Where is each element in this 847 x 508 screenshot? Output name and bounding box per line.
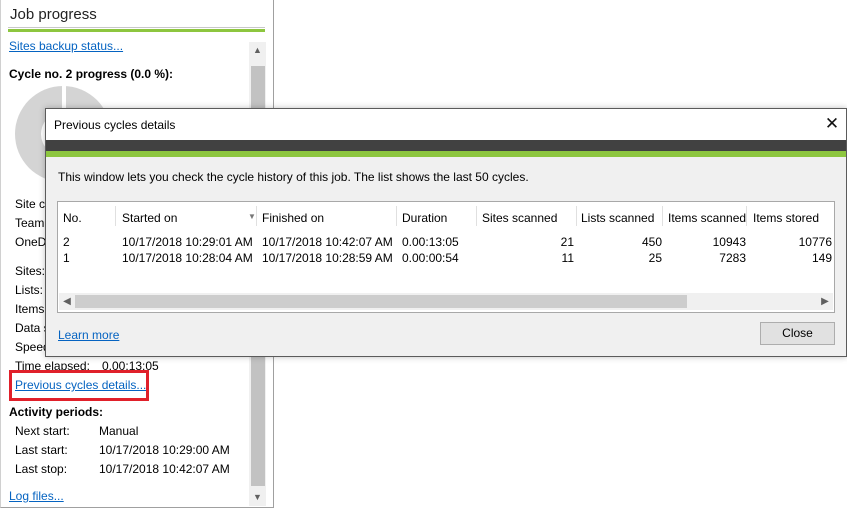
column-separator[interactable] — [396, 206, 397, 226]
dialog-description: This window lets you check the cycle his… — [58, 170, 529, 184]
sites-label: Sites: — [15, 264, 46, 278]
table-row-cell[interactable]: 10/17/2018 10:28:59 AM — [262, 251, 393, 265]
column-header-items-stored[interactable]: Items stored — [753, 211, 819, 225]
highlight-box — [9, 370, 149, 401]
column-separator[interactable] — [256, 206, 257, 226]
items-label: Items: — [15, 302, 48, 316]
table-row-cell[interactable]: 21 — [482, 235, 574, 249]
table-row-cell[interactable]: 10/17/2018 10:28:04 AM — [122, 251, 253, 265]
table-row-cell[interactable]: 10/17/2018 10:29:01 AM — [122, 235, 253, 249]
previous-cycles-dialog: Previous cycles details ✕ This window le… — [45, 108, 847, 357]
column-header-no[interactable]: No. — [63, 211, 82, 225]
last-stop-value: 10/17/2018 10:42:07 AM — [99, 462, 230, 476]
dialog-dark-band — [46, 140, 846, 151]
column-separator[interactable] — [115, 206, 116, 226]
cycle-progress-heading: Cycle no. 2 progress (0.0 %): — [9, 67, 174, 81]
close-button[interactable]: Close — [760, 322, 835, 345]
scroll-right-arrow-icon[interactable]: ▶ — [817, 293, 833, 310]
column-header-duration[interactable]: Duration — [402, 211, 447, 225]
table-row-cell[interactable]: 7283 — [668, 251, 746, 265]
site-collections-label: Site c — [15, 197, 46, 211]
table-row-cell[interactable]: 149 — [753, 251, 832, 265]
column-separator[interactable] — [476, 206, 477, 226]
column-header-lists-scanned[interactable]: Lists scanned — [581, 211, 654, 225]
lists-label: Lists: — [15, 283, 44, 297]
last-start-value: 10/17/2018 10:29:00 AM — [99, 443, 230, 457]
table-row-cell[interactable]: 10776 — [753, 235, 832, 249]
column-separator[interactable] — [576, 206, 577, 226]
teams-label: Team — [15, 216, 45, 230]
activity-periods-heading: Activity periods: — [9, 405, 104, 419]
sites-backup-status-link[interactable]: Sites backup status... — [9, 39, 123, 53]
column-header-started-on[interactable]: Started on — [122, 211, 177, 225]
close-icon[interactable]: ✕ — [822, 114, 842, 134]
table-row-cell[interactable]: 1 — [63, 251, 70, 265]
table-row-cell[interactable]: 450 — [581, 235, 662, 249]
table-row-cell[interactable]: 25 — [581, 251, 662, 265]
dialog-green-band — [46, 151, 846, 157]
table-row-cell[interactable]: 11 — [482, 251, 574, 265]
job-progress-title: Job progress — [10, 6, 97, 23]
scroll-down-arrow-icon[interactable]: ▼ — [249, 489, 266, 506]
title-separator — [8, 27, 265, 28]
next-start-label: Next start: — [15, 424, 70, 438]
scroll-left-arrow-icon[interactable]: ◀ — [59, 293, 75, 310]
table-row-cell[interactable]: 0.00:13:05 — [402, 235, 459, 249]
last-stop-label: Last stop: — [15, 462, 68, 476]
log-files-link[interactable]: Log files... — [9, 489, 64, 503]
column-separator[interactable] — [662, 206, 663, 226]
column-header-items-scanned[interactable]: Items scanned — [668, 211, 746, 225]
scroll-up-arrow-icon[interactable]: ▲ — [249, 42, 266, 59]
table-row-cell[interactable]: 10/17/2018 10:42:07 AM — [262, 235, 393, 249]
table-row-cell[interactable]: 10943 — [668, 235, 746, 249]
table-row-cell[interactable]: 2 — [63, 235, 70, 249]
column-header-sites-scanned[interactable]: Sites scanned — [482, 211, 557, 225]
next-start-value: Manual — [99, 424, 139, 438]
horizontal-scrollbar-thumb[interactable] — [75, 295, 687, 308]
title-accent-line — [8, 29, 265, 32]
last-start-label: Last start: — [15, 443, 68, 457]
onedrive-label: OneD — [15, 235, 47, 249]
column-header-finished-on[interactable]: Finished on — [262, 211, 324, 225]
learn-more-link[interactable]: Learn more — [58, 328, 119, 342]
table-row-cell[interactable]: 0.00:00:54 — [402, 251, 459, 265]
sort-descending-icon: ▼ — [248, 212, 256, 221]
dialog-title: Previous cycles details — [54, 118, 176, 132]
column-separator[interactable] — [746, 206, 747, 226]
horizontal-scrollbar[interactable]: ◀ ▶ — [59, 293, 833, 310]
cycles-table[interactable]: No. Started on ▼ Finished on Duration Si… — [57, 201, 835, 313]
